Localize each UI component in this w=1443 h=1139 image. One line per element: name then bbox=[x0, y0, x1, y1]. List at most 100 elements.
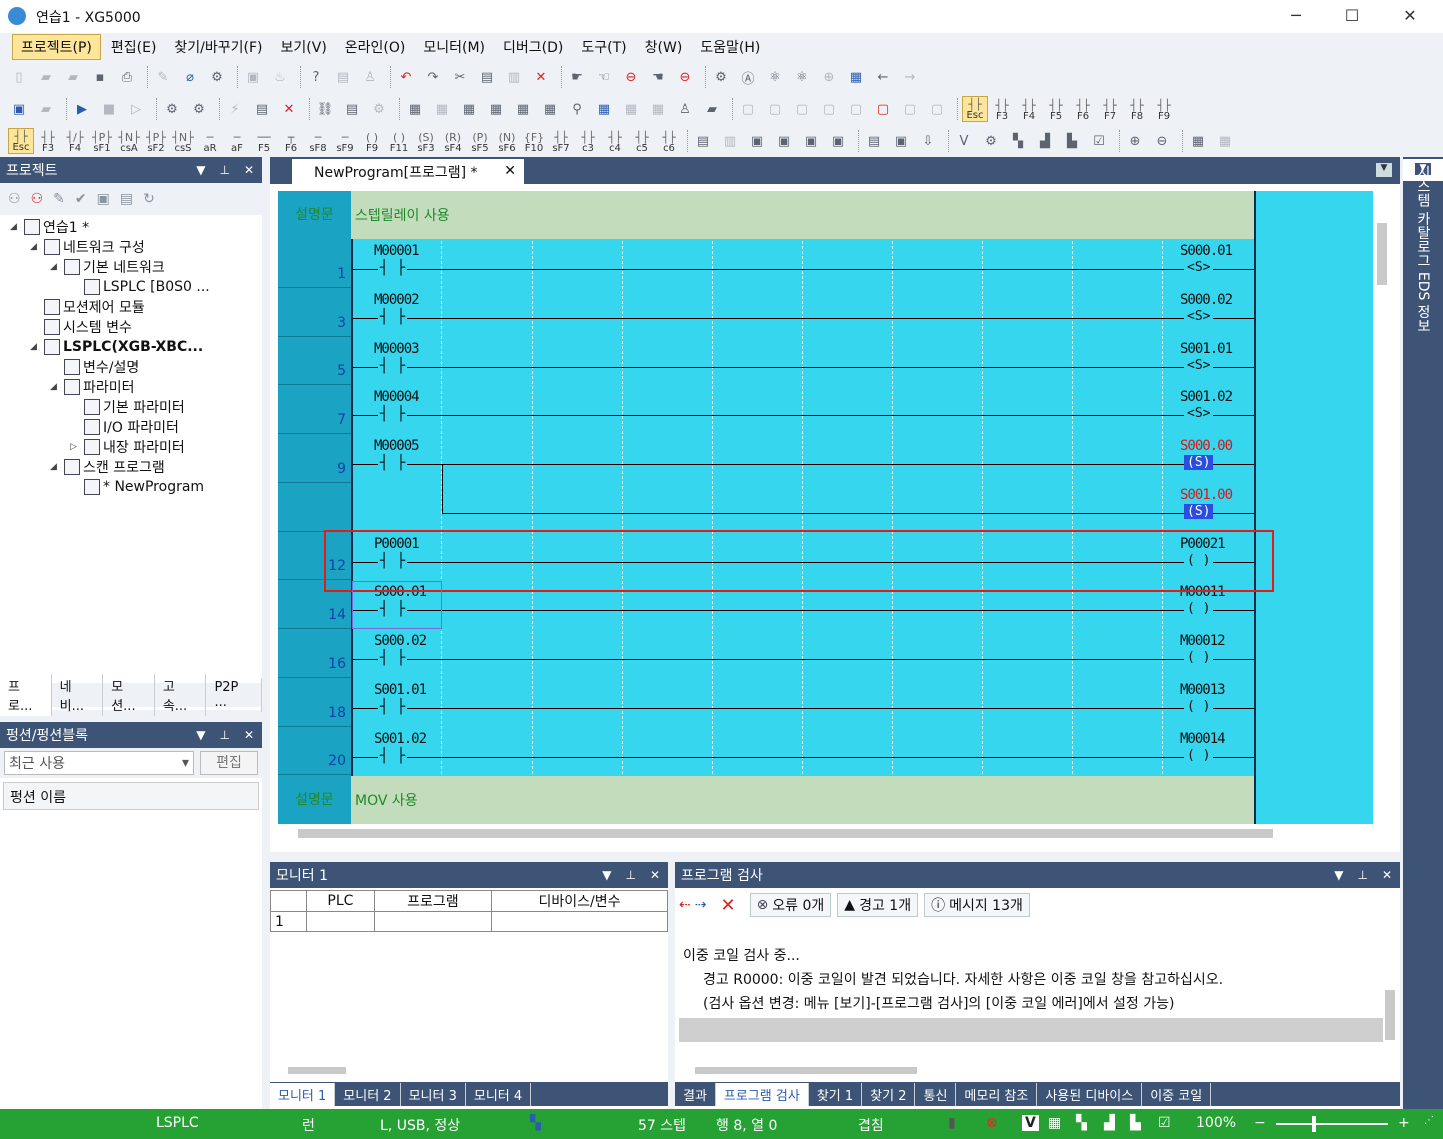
ladder-key-6[interactable]: ┤N├ csS bbox=[170, 128, 196, 154]
ladder-key2-f8[interactable]: ┤├ F8 bbox=[1124, 96, 1150, 122]
view-split-icon[interactable]: ▥ bbox=[719, 130, 741, 152]
ladder-key-0[interactable]: ┤├ Esc bbox=[8, 128, 34, 154]
tab-projtabs-2[interactable]: 모션... bbox=[103, 674, 155, 716]
chk-tb-icon[interactable]: ☑ bbox=[1088, 130, 1110, 152]
tab-projtabs-1[interactable]: 네비... bbox=[52, 674, 104, 716]
coil-symbol[interactable]: ( ) bbox=[1184, 601, 1214, 617]
coil-symbol[interactable]: ( ) bbox=[1184, 650, 1214, 665]
module3-icon[interactable]: ▦ bbox=[458, 98, 480, 120]
check-status-icon[interactable]: ☑ bbox=[1158, 1115, 1171, 1131]
panel-dropdown-icon[interactable]: ▼ bbox=[602, 868, 611, 882]
tab-montabs-2[interactable]: 모니터 3 bbox=[401, 1082, 466, 1106]
contact-symbol[interactable]: ┤ ├ bbox=[378, 747, 408, 764]
zoom-in-tb-icon[interactable]: ⊕ bbox=[1124, 130, 1146, 152]
coil-symbol[interactable]: <S> bbox=[1184, 260, 1214, 275]
menu-3[interactable]: 보기(V) bbox=[273, 35, 335, 59]
plc-info-icon[interactable]: ⚙ bbox=[368, 98, 390, 120]
menu-6[interactable]: 디버그(D) bbox=[495, 35, 571, 59]
ladder-key2-f6[interactable]: ┤├ F6 bbox=[1070, 96, 1096, 122]
coil-device[interactable]: M00012 bbox=[1180, 633, 1226, 649]
delete-icon[interactable]: ✕ bbox=[530, 66, 552, 88]
menu-4[interactable]: 온라인(O) bbox=[337, 35, 414, 59]
verify-icon[interactable]: V bbox=[1022, 1115, 1039, 1131]
coil-symbol[interactable]: ( ) bbox=[1184, 698, 1214, 714]
cut-icon[interactable]: ✂ bbox=[449, 66, 471, 88]
maximize-button[interactable]: ☐ bbox=[1332, 4, 1372, 28]
print-icon[interactable]: ⎙ bbox=[116, 66, 138, 88]
props-icon[interactable]: ▤ bbox=[863, 130, 885, 152]
zoom-out-tb-icon[interactable]: ⊖ bbox=[1151, 130, 1173, 152]
ladder-key-15[interactable]: (S) sF3 bbox=[413, 128, 439, 154]
panel-dropdown-icon[interactable]: ▼ bbox=[196, 163, 205, 177]
next-icon[interactable]: ⇢ bbox=[695, 897, 707, 913]
tree-item[interactable]: * NewProgram bbox=[70, 477, 204, 497]
tree-item[interactable]: LSPLC [B0S0 ... bbox=[70, 277, 210, 297]
contact-device[interactable]: S001.01 bbox=[374, 682, 427, 698]
ladder-key2-f5[interactable]: ┤├ F5 bbox=[1043, 96, 1069, 122]
ladder-key-10[interactable]: ┬ F6 bbox=[278, 128, 304, 154]
display-icon[interactable]: ▣ bbox=[242, 66, 264, 88]
devices-icon[interactable]: ▟ bbox=[1104, 1115, 1115, 1131]
ladder-key-5[interactable]: ┤P├ sF2 bbox=[143, 128, 169, 154]
coil-device[interactable]: S001.01 bbox=[1180, 341, 1233, 357]
online-monitor-icon[interactable]: ▣ bbox=[8, 98, 30, 120]
horizontal-scrollbar[interactable] bbox=[278, 825, 1395, 841]
new-project-icon[interactable]: ▯ bbox=[8, 66, 30, 88]
pin-icon[interactable]: ⊥ bbox=[1357, 868, 1367, 882]
ladder-key2-f3[interactable]: ┤├ F3 bbox=[989, 96, 1015, 122]
view-list-icon[interactable]: ▤ bbox=[692, 130, 714, 152]
settings2-icon[interactable]: ▣ bbox=[890, 130, 912, 152]
temperature-icon[interactable]: ♨ bbox=[269, 66, 291, 88]
run-icon[interactable]: ▶ bbox=[71, 98, 93, 120]
tree-item[interactable]: ◢ LSPLC(XGB-XBC... bbox=[30, 337, 203, 357]
tab-newprogram[interactable]: NewProgram[프로그램] * ✕ bbox=[292, 159, 524, 184]
recent-dropdown[interactable]: 최근 사용 ▾ bbox=[4, 751, 194, 775]
ladder-key-4[interactable]: ┤N├ csA bbox=[116, 128, 142, 154]
menu-0[interactable]: 프로젝트(P) bbox=[12, 34, 101, 60]
compare-icon[interactable]: ▤ bbox=[341, 98, 363, 120]
variable-status-icon[interactable]: ▙ bbox=[1130, 1115, 1141, 1131]
menu-8[interactable]: 창(W) bbox=[637, 35, 691, 59]
contact-device[interactable]: M00002 bbox=[374, 292, 420, 308]
ladder-key-13[interactable]: ( ) F9 bbox=[359, 128, 385, 154]
lock-icon[interactable]: ▣ bbox=[97, 191, 110, 207]
view-cmt-icon[interactable]: ▣ bbox=[827, 130, 849, 152]
copy-icon[interactable]: ▤ bbox=[120, 191, 133, 207]
tree-item[interactable]: 기본 파라미터 bbox=[70, 397, 185, 417]
prev-icon[interactable]: ⇠ bbox=[679, 897, 691, 913]
coil-symbol[interactable]: <S> bbox=[1184, 308, 1214, 324]
error-history-icon[interactable]: ✕ bbox=[278, 98, 300, 120]
coil-symbol[interactable]: <S> bbox=[1184, 357, 1214, 373]
tree-item[interactable]: ▷ 내장 파라미터 bbox=[70, 437, 185, 457]
ladder-key2-f9[interactable]: ┤├ F9 bbox=[1151, 96, 1177, 122]
minimize-button[interactable]: ─ bbox=[1276, 4, 1316, 28]
check-line[interactable]: 경고 R0000: 이중 코일이 발견 되었습니다. 자세한 사항은 이중 코일… bbox=[679, 968, 1385, 992]
save-icon[interactable]: ▪ bbox=[89, 66, 111, 88]
expand-icon[interactable]: ◢ bbox=[50, 262, 64, 272]
view-ref-icon[interactable]: ▣ bbox=[800, 130, 822, 152]
coil-device[interactable]: M00014 bbox=[1180, 731, 1226, 747]
grid-icon[interactable]: ▦ bbox=[845, 66, 867, 88]
selected-line[interactable] bbox=[679, 1018, 1385, 1042]
panel-dropdown-icon[interactable]: ▼ bbox=[196, 728, 205, 742]
tree-item[interactable]: ◢ 연습1 * bbox=[10, 217, 89, 237]
coil-symbol[interactable]: ( ) bbox=[1184, 747, 1214, 763]
io-sync-icon[interactable]: ⚛ bbox=[791, 66, 813, 88]
ladder-key-11[interactable]: ─ sF8 bbox=[305, 128, 331, 154]
ladder-key-7[interactable]: ─ aR bbox=[197, 128, 223, 154]
coil-symbol[interactable]: (S) bbox=[1184, 503, 1214, 519]
undo-icon[interactable]: ↶ bbox=[395, 66, 417, 88]
fn-tb-icon[interactable]: ▙ bbox=[1061, 130, 1083, 152]
copy-icon[interactable]: ▤ bbox=[476, 66, 498, 88]
ladder-key-24[interactable]: ┤├ c6 bbox=[656, 128, 682, 154]
tab-projtabs-3[interactable]: 고속... bbox=[155, 674, 207, 716]
expand-icon[interactable]: ◢ bbox=[50, 382, 64, 392]
cell-device[interactable] bbox=[490, 911, 669, 932]
tab-montabs-1[interactable]: 모니터 2 bbox=[335, 1082, 401, 1106]
expand-icon[interactable]: ◢ bbox=[10, 222, 24, 232]
tab-close-icon[interactable]: ✕ bbox=[504, 163, 516, 179]
close-button[interactable]: ✕ bbox=[1390, 4, 1430, 28]
ladder-key-2[interactable]: ┤/├ F4 bbox=[62, 128, 88, 154]
ladder-key-17[interactable]: (P) sF5 bbox=[467, 128, 493, 154]
check-all-icon[interactable]: Ⓐ bbox=[737, 66, 759, 88]
